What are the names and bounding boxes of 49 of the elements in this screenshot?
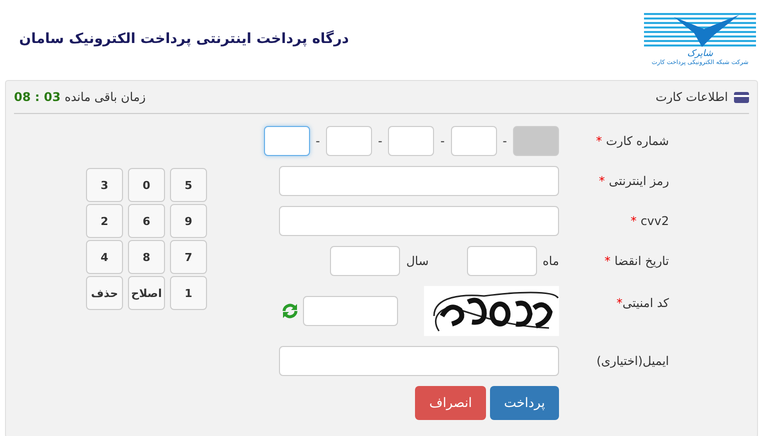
keypad-key[interactable]: 1 (170, 276, 207, 310)
keypad-key[interactable]: 5 (170, 168, 207, 202)
panel-title: اطلاعات کارت (656, 90, 728, 104)
keypad-key[interactable]: 0 (128, 168, 165, 202)
field-label: cvv2 (640, 214, 669, 228)
separator: - (314, 134, 321, 148)
keypad-key[interactable]: اصلاح (128, 276, 165, 310)
required-mark: * (616, 296, 623, 310)
required-mark: * (596, 134, 602, 148)
captcha-field[interactable] (303, 296, 398, 326)
keypad-key[interactable]: 6 (128, 204, 165, 238)
field-label: رمز اینترنتی (608, 174, 669, 188)
required-mark: * (604, 254, 610, 268)
separator: - (439, 134, 446, 148)
keypad-key[interactable]: 8 (128, 240, 165, 274)
email-field[interactable] (279, 346, 559, 376)
logo-name: شاپرک (687, 48, 713, 58)
year-label: سال (406, 254, 429, 268)
required-mark: * (630, 214, 637, 228)
card-number-field[interactable] (264, 126, 310, 156)
year-field[interactable] (330, 246, 400, 276)
keypad-key[interactable]: 7 (170, 240, 207, 274)
cancel-button[interactable]: انصراف (415, 386, 486, 420)
input-field[interactable] (279, 166, 559, 196)
timer-label: زمان باقی مانده (64, 90, 146, 104)
month-label: ماه (542, 254, 559, 268)
pay-button[interactable]: پرداخت (490, 386, 559, 420)
field-label: ایمیل(اختیاری) (596, 354, 669, 368)
logo-icon (644, 12, 756, 48)
input-field[interactable] (279, 206, 559, 236)
separator: - (376, 134, 384, 148)
credit-card-icon (734, 92, 749, 102)
month-field[interactable] (466, 246, 537, 276)
field-label: تاریخ انقضا (614, 254, 669, 268)
card-number-field[interactable] (450, 126, 497, 156)
keypad-key[interactable]: 3 (86, 168, 123, 202)
card-number-field[interactable] (388, 126, 434, 156)
required-mark: * (598, 174, 605, 188)
field-label: شماره کارت (606, 134, 669, 148)
keypad-key[interactable]: 9 (170, 204, 207, 238)
timer-value: 08 : 03 (14, 90, 61, 104)
card-number-field[interactable] (326, 126, 372, 156)
keypad-key[interactable]: حذف (86, 276, 123, 310)
separator: - (502, 134, 508, 148)
keypad-key[interactable]: 2 (86, 204, 123, 238)
keypad-key[interactable]: 4 (86, 240, 123, 274)
refresh-icon[interactable] (281, 302, 299, 320)
field-label: کد امنیتی (622, 296, 669, 310)
page-title: درگاه پرداخت اینترنتی پرداخت الکترونیک سامان (19, 31, 349, 47)
